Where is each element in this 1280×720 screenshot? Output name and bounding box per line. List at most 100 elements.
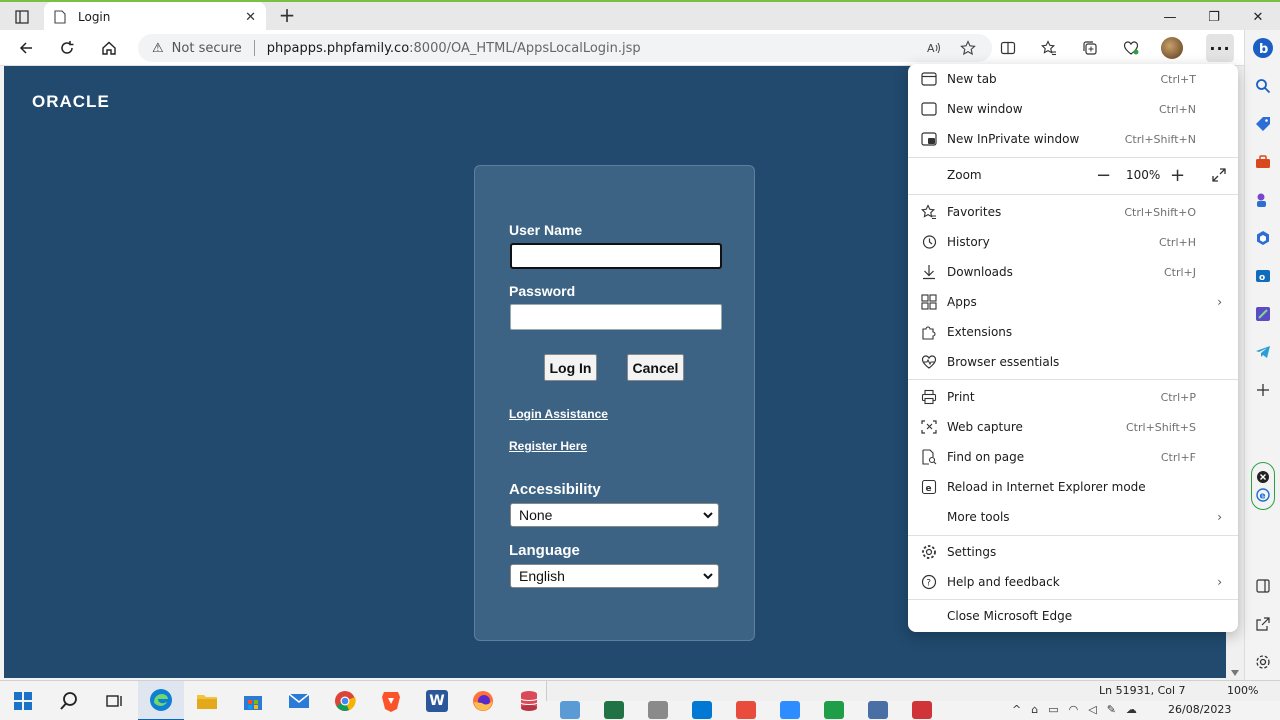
find-icon	[920, 448, 938, 466]
taskbar-brave[interactable]	[368, 681, 414, 720]
close-window-button[interactable]: ✕	[1236, 2, 1280, 32]
search-icon[interactable]	[1251, 74, 1275, 98]
menu-item-find-on-page[interactable]: Find on page Ctrl+F	[908, 442, 1238, 472]
favorites-icon[interactable]	[1037, 36, 1061, 60]
collections-icon[interactable]	[1078, 36, 1102, 60]
app-icon[interactable]	[648, 701, 668, 719]
taskbar-word[interactable]: W	[414, 681, 460, 720]
network-icon[interactable]: ⌂	[1031, 703, 1038, 716]
restore-button[interactable]: ❐	[1192, 2, 1236, 32]
profile-avatar[interactable]	[1160, 36, 1184, 60]
menu-item-new-window[interactable]: New window Ctrl+N	[908, 94, 1238, 124]
login-button[interactable]: Log In	[544, 354, 597, 381]
drop-icon[interactable]	[1251, 302, 1275, 326]
tab-login[interactable]: Login ✕	[44, 2, 266, 32]
menu-item-downloads[interactable]: Downloads Ctrl+J	[908, 257, 1238, 287]
zoom-out-button[interactable]: −	[1096, 165, 1111, 186]
new-tab-button[interactable]: +	[276, 5, 298, 27]
browser-essentials-icon[interactable]	[1119, 36, 1143, 60]
outlook-icon[interactable]: o	[1251, 264, 1275, 288]
start-button[interactable]	[0, 681, 46, 720]
menu-item-print[interactable]: Print Ctrl+P	[908, 382, 1238, 412]
system-date[interactable]: 26/08/2023	[1168, 703, 1231, 716]
zoom-in-button[interactable]: +	[1170, 165, 1185, 186]
svg-text:A: A	[927, 42, 935, 55]
taskbar-store[interactable]	[230, 681, 276, 720]
shopping-tag-icon[interactable]	[1251, 112, 1275, 136]
app-icon[interactable]	[868, 701, 888, 719]
menu-label: Web capture	[947, 420, 1023, 434]
star-icon[interactable]	[960, 40, 976, 56]
menu-item-close-edge[interactable]: Close Microsoft Edge	[908, 601, 1238, 631]
wifi-icon[interactable]: ◠	[1069, 703, 1079, 716]
read-aloud-icon[interactable]: A	[926, 40, 942, 56]
menu-item-history[interactable]: History Ctrl+H	[908, 227, 1238, 257]
app-icon[interactable]	[912, 701, 932, 719]
task-view-button[interactable]	[92, 681, 138, 720]
address-bar[interactable]: ⚠ Not secure phpapps.phpfamily.co:8000/O…	[138, 34, 992, 62]
excel-icon[interactable]	[604, 701, 624, 719]
ie-mode-panel[interactable]: e	[1251, 462, 1275, 510]
taskbar-search-button[interactable]	[46, 681, 92, 720]
menu-item-browser-essentials[interactable]: Browser essentials	[908, 347, 1238, 377]
minimize-button[interactable]: —	[1148, 2, 1192, 32]
menu-item-more-tools[interactable]: More tools ›	[908, 502, 1238, 532]
home-button[interactable]	[97, 36, 121, 60]
open-external-icon[interactable]	[1251, 612, 1275, 636]
internet-explorer-icon[interactable]: e	[1256, 488, 1270, 502]
password-input[interactable]	[510, 304, 722, 330]
menu-item-settings[interactable]: Settings	[908, 537, 1238, 567]
menu-item-new-tab[interactable]: New tab Ctrl+T	[908, 64, 1238, 94]
taskbar-firefox[interactable]	[460, 681, 506, 720]
sidebar-toggle-icon[interactable]	[1251, 574, 1275, 598]
app-icon[interactable]	[824, 701, 844, 719]
chrome-icon	[335, 691, 356, 711]
menu-item-help-feedback[interactable]: ? Help and feedback ›	[908, 567, 1238, 597]
add-sidebar-icon[interactable]	[1251, 378, 1275, 402]
register-link[interactable]: Register Here	[509, 439, 587, 453]
menu-item-favorites[interactable]: Favorites Ctrl+Shift+O	[908, 197, 1238, 227]
taskbar-file-explorer[interactable]	[184, 681, 230, 720]
app-icon[interactable]	[736, 701, 756, 719]
telegram-icon[interactable]	[1251, 340, 1275, 364]
windows-icon	[14, 692, 32, 710]
sidebar-settings-icon[interactable]	[1251, 650, 1275, 674]
fullscreen-icon[interactable]	[1212, 168, 1226, 182]
settings-more-button[interactable]: ···	[1206, 34, 1234, 62]
volume-icon[interactable]: ◁	[1088, 703, 1096, 716]
login-assistance-link[interactable]: Login Assistance	[509, 407, 608, 421]
tools-icon[interactable]	[1251, 150, 1275, 174]
tab-close-icon[interactable]: ✕	[245, 10, 256, 25]
menu-item-extensions[interactable]: Extensions	[908, 317, 1238, 347]
split-screen-icon[interactable]	[996, 36, 1020, 60]
svg-text:o: o	[1259, 273, 1265, 283]
scroll-down-icon[interactable]	[1231, 670, 1239, 676]
refresh-button[interactable]	[55, 36, 79, 60]
bing-icon[interactable]: b	[1251, 36, 1275, 60]
username-input[interactable]	[510, 243, 722, 269]
skype-icon[interactable]	[692, 701, 712, 719]
taskbar-mail[interactable]	[276, 681, 322, 720]
close-circle-icon[interactable]	[1256, 470, 1270, 484]
menu-label: History	[947, 235, 990, 249]
taskbar-edge[interactable]	[138, 681, 184, 720]
warning-icon[interactable]: ⚠	[152, 41, 164, 56]
app-icon[interactable]	[560, 701, 580, 719]
cancel-button[interactable]: Cancel	[627, 354, 684, 381]
tab-actions-button[interactable]	[8, 6, 36, 28]
pen-icon[interactable]: ✎	[1107, 703, 1116, 716]
menu-item-new-inprivate-window[interactable]: New InPrivate window Ctrl+Shift+N	[908, 124, 1238, 154]
menu-item-web-capture[interactable]: Web capture Ctrl+Shift+S	[908, 412, 1238, 442]
games-icon[interactable]	[1251, 188, 1275, 212]
menu-item-apps[interactable]: Apps ›	[908, 287, 1238, 317]
back-button[interactable]	[14, 36, 38, 60]
taskbar-chrome[interactable]	[322, 681, 368, 720]
cloud-icon[interactable]: ☁	[1126, 703, 1137, 716]
microsoft-365-icon[interactable]	[1251, 226, 1275, 250]
language-select[interactable]: English	[510, 564, 719, 588]
chevron-up-icon[interactable]: ^	[1012, 703, 1021, 716]
accessibility-select[interactable]: None	[510, 503, 719, 527]
battery-icon[interactable]: ▭	[1048, 703, 1058, 716]
menu-item-ie-mode[interactable]: e Reload in Internet Explorer mode	[908, 472, 1238, 502]
zoom-app-icon[interactable]	[780, 701, 800, 719]
